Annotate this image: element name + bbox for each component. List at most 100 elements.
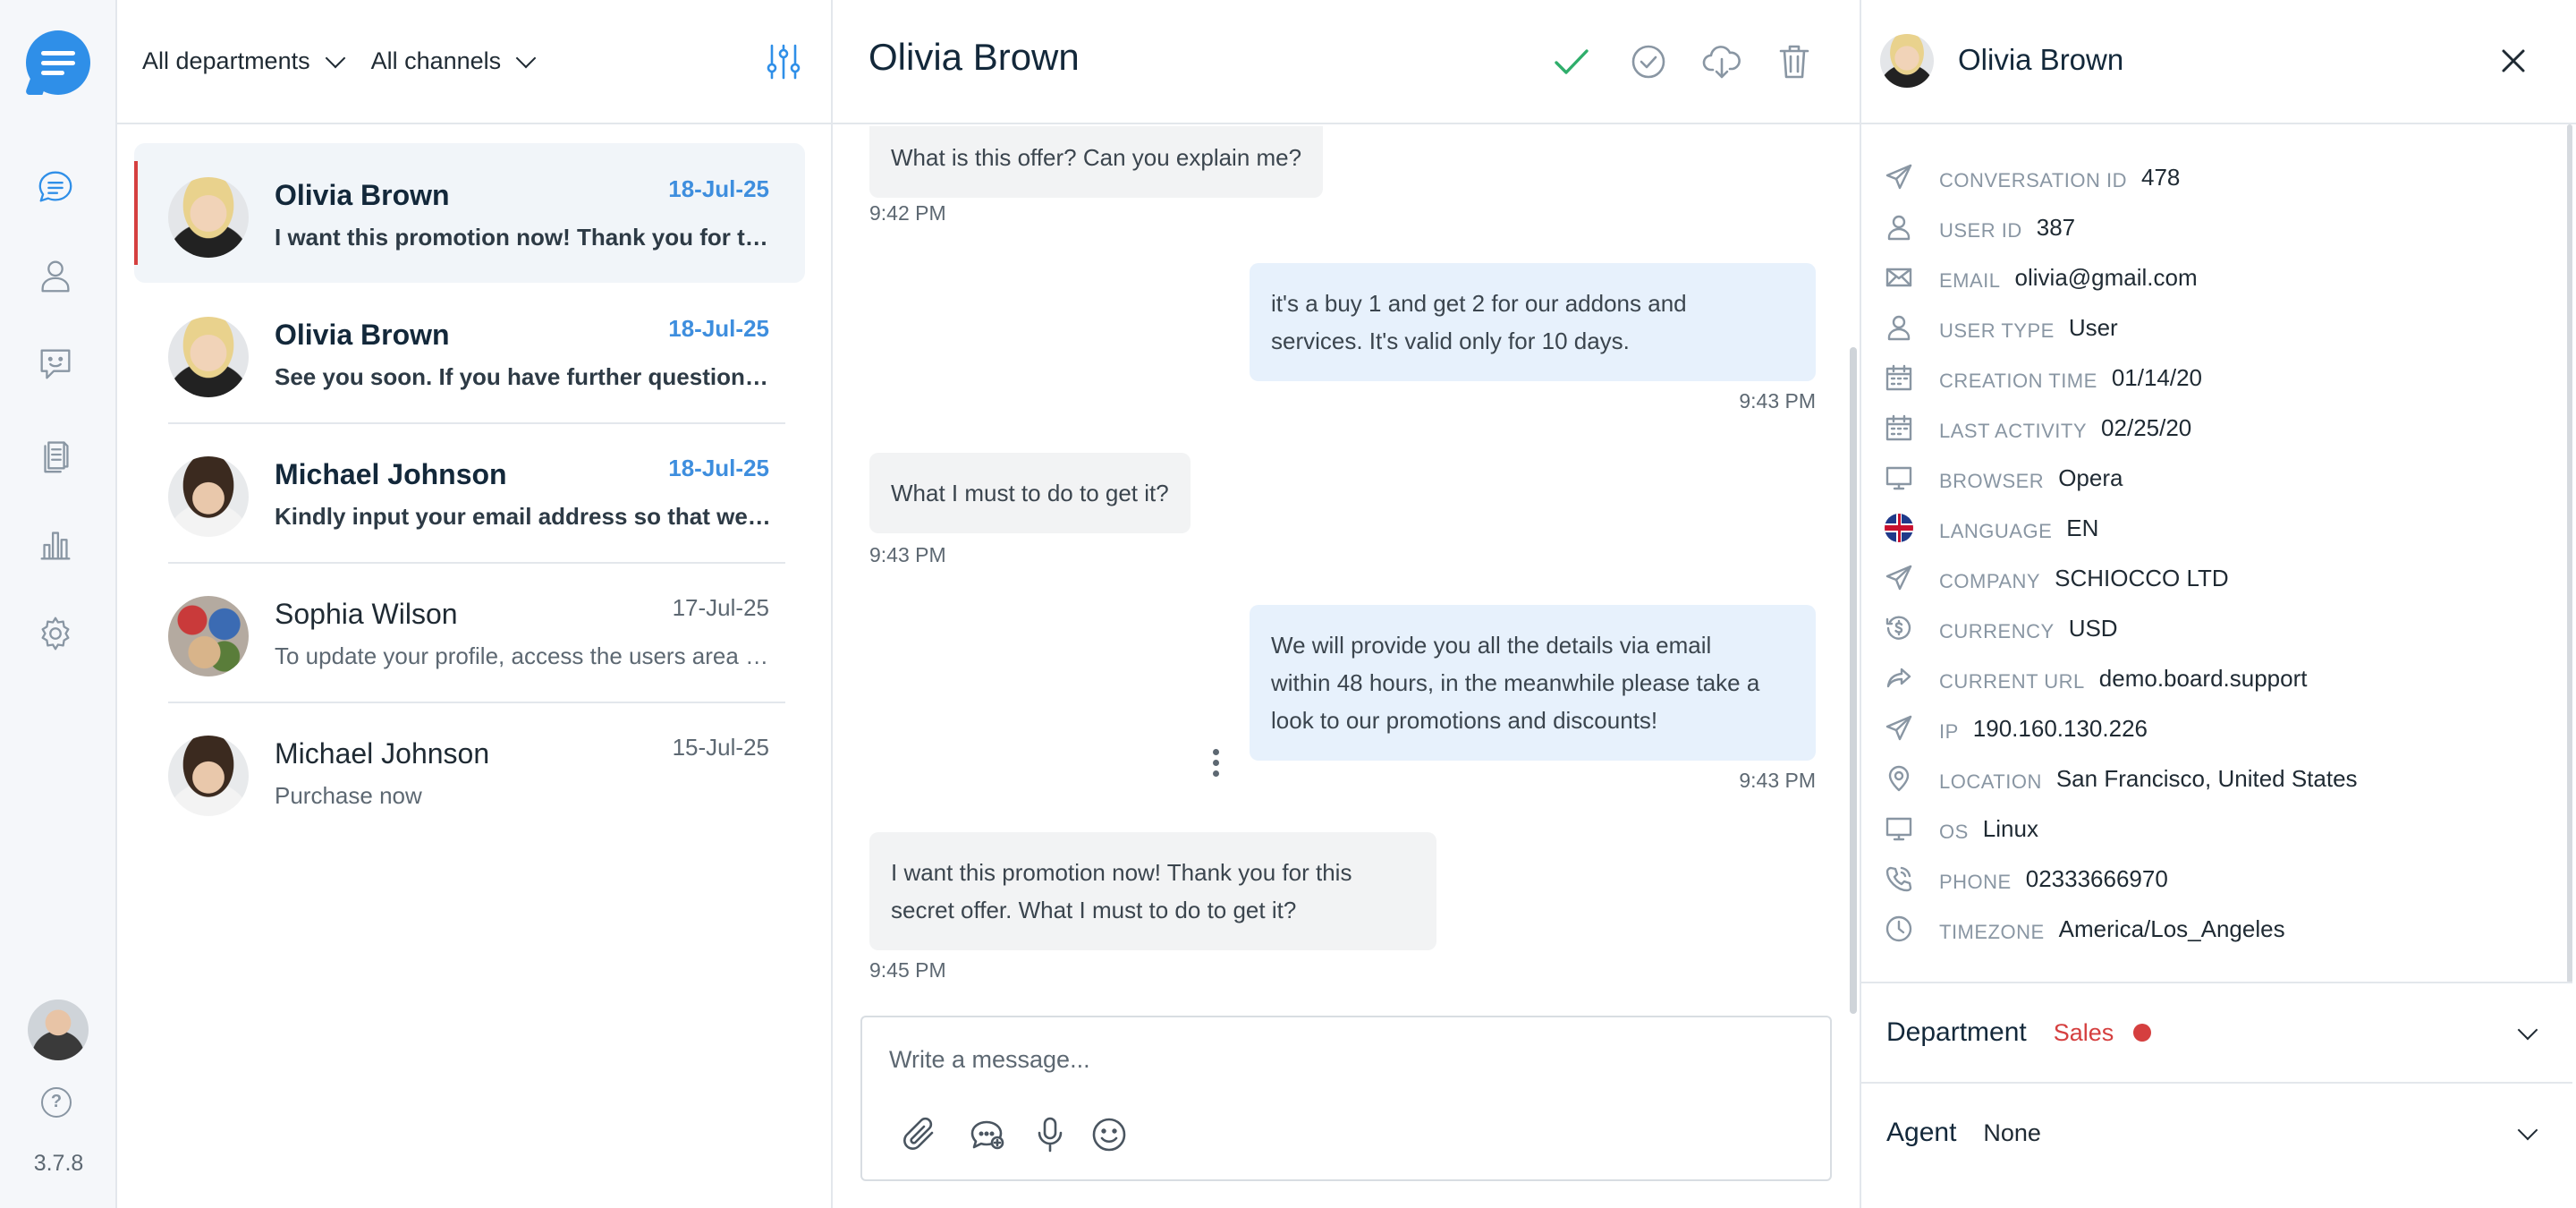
chat-header: Olivia Brown: [833, 0, 1860, 124]
nav-chatbot-icon[interactable]: [31, 340, 80, 388]
send-icon: [1885, 715, 1912, 741]
help-icon[interactable]: ?: [41, 1087, 72, 1118]
agent-section[interactable]: Agent None: [1861, 1082, 2572, 1182]
app-window: ? 3.7.8 All departments All channels Oli…: [0, 0, 2576, 1208]
conversation-name: Michael Johnson: [275, 458, 507, 490]
conversation-item[interactable]: Michael Johnson 18-Jul-25 Kindly input y…: [134, 422, 805, 564]
message-input[interactable]: [889, 1041, 1784, 1078]
conversation-name: Olivia Brown: [275, 319, 450, 351]
message-menu-icon[interactable]: [1207, 749, 1224, 785]
chevron-down-icon: [2517, 1019, 2538, 1041]
conversation-item[interactable]: Michael Johnson 15-Jul-25 Purchase now: [134, 702, 805, 841]
detail-value: User: [2068, 313, 2118, 341]
message-text: look to our promotions and discounts!: [1271, 707, 1658, 734]
message-bubble: it's a buy 1 and get 2 for our addons an…: [1250, 263, 1816, 381]
app-logo[interactable]: [26, 30, 90, 95]
detail-label: Language: [1939, 520, 2053, 542]
agent-title: Agent: [1886, 1118, 1957, 1147]
detail-label: User ID: [1939, 219, 2022, 242]
chevron-down-icon: [2517, 1119, 2538, 1141]
message-time: 9:43 PM: [869, 543, 946, 566]
mail-icon: [1885, 268, 1912, 287]
department-value: Sales: [2053, 1018, 2114, 1046]
conversation-preview: To update your profile, access the users…: [275, 642, 771, 669]
attachment-icon[interactable]: [898, 1113, 941, 1156]
filter-sliders-icon[interactable]: [763, 41, 804, 82]
saved-replies-icon[interactable]: [965, 1113, 1008, 1156]
detail-label: Browser: [1939, 470, 2045, 492]
chat-scrollbar[interactable]: [1850, 347, 1857, 1014]
detail-value: SCHIOCCO LTD: [2055, 564, 2229, 591]
message-text: services. It's valid only for 10 days.: [1271, 328, 1630, 354]
conversation-name: Sophia Wilson: [275, 598, 458, 630]
send-icon: [1885, 565, 1912, 591]
currency-icon: [1885, 616, 1911, 640]
conversation-item[interactable]: Olivia Brown 18-Jul-25 See you soon. If …: [134, 283, 805, 424]
detail-row: OS Linux: [1885, 811, 2038, 846]
detail-row: Email olivia@gmail.com: [1885, 259, 2198, 295]
detail-label: Currency: [1939, 620, 2055, 642]
conversation-preview: See you soon. If you have further questi…: [275, 363, 771, 390]
detail-row: Current URL demo.board.support: [1885, 660, 2308, 696]
details-scrollbar[interactable]: [2567, 124, 2572, 983]
departments-filter-dropdown[interactable]: All departments: [142, 47, 345, 75]
emoji-icon[interactable]: [1088, 1113, 1131, 1156]
detail-row: Company SCHIOCCO LTD: [1885, 560, 2229, 596]
detail-row: Phone 02333666970: [1885, 861, 2168, 897]
detail-label: Company: [1939, 570, 2041, 592]
conversation-preview: I want this promotion now! Thank you for…: [275, 224, 771, 251]
detail-row: User ID 387: [1885, 209, 2075, 245]
message-text: secret offer. What I must to do to get i…: [891, 897, 1297, 923]
message-text: it's a buy 1 and get 2 for our addons an…: [1271, 290, 1687, 317]
monitor-icon: [1885, 466, 1912, 490]
message-time: 9:43 PM: [1739, 389, 1816, 413]
message-bubble: What is this offer? Can you explain me?: [869, 126, 1324, 198]
nav-rail: ? 3.7.8: [0, 0, 117, 1208]
conversation-item[interactable]: Olivia Brown 18-Jul-25 I want this promo…: [134, 143, 805, 283]
close-icon[interactable]: [2497, 45, 2529, 77]
check-icon[interactable]: [1551, 41, 1592, 82]
detail-row: Language EN: [1885, 510, 2098, 546]
detail-label: Location: [1939, 770, 2042, 793]
chevron-down-icon: [515, 47, 537, 68]
clock-icon: [1885, 915, 1912, 942]
nav-settings-icon[interactable]: [31, 609, 80, 658]
detail-row: Browser Opera: [1885, 460, 2123, 496]
detail-value: Linux: [1982, 814, 2038, 842]
user-icon: [1887, 315, 1911, 341]
nav-users-icon[interactable]: [31, 251, 80, 300]
detail-value: 01/14/20: [2111, 363, 2203, 391]
send-icon: [1885, 164, 1912, 190]
detail-value: USD: [2068, 614, 2118, 642]
check-circle-icon[interactable]: [1628, 41, 1669, 82]
detail-value: 190.160.130.226: [1972, 714, 2148, 742]
detail-label: Phone: [1939, 871, 2012, 893]
message-time: 9:42 PM: [869, 201, 946, 225]
department-section[interactable]: Department Sales: [1861, 982, 2572, 1082]
message-text: We will provide you all the details via …: [1271, 632, 1712, 659]
message-list: What is this offer? Can you explain me? …: [833, 126, 1861, 1012]
avatar: [168, 177, 249, 258]
message-text: within 48 hours, in the meanwhile please…: [1271, 669, 1760, 696]
message-bubble: I want this promotion now! Thank you for…: [869, 832, 1436, 950]
detail-label: Current URL: [1939, 670, 2085, 693]
calendar-icon: [1885, 364, 1912, 391]
avatar: [1880, 34, 1934, 88]
cloud-download-icon[interactable]: [1701, 41, 1742, 82]
channels-filter-dropdown[interactable]: All channels: [371, 47, 537, 75]
detail-row: Timezone America/Los_Angeles: [1885, 911, 2285, 947]
nav-reports-icon[interactable]: [31, 521, 80, 569]
department-color-dot: [2133, 1024, 2152, 1042]
nav-conversations-icon[interactable]: [31, 163, 80, 211]
nav-articles-icon[interactable]: [31, 430, 80, 479]
agent-avatar[interactable]: [28, 1000, 89, 1060]
detail-value: America/Los_Angeles: [2058, 915, 2285, 942]
conversation-item[interactable]: Sophia Wilson 17-Jul-25 To update your p…: [134, 562, 805, 703]
microphone-icon[interactable]: [1029, 1113, 1072, 1156]
message-time: 9:43 PM: [1739, 769, 1816, 792]
detail-value: 02/25/20: [2101, 413, 2192, 441]
message-text: What I must to do to get it?: [891, 480, 1169, 506]
user-details-panel: Olivia Brown Conversation ID 478 User ID…: [1861, 0, 2576, 1208]
detail-value: 02333666970: [2025, 864, 2168, 892]
trash-icon[interactable]: [1774, 41, 1815, 82]
